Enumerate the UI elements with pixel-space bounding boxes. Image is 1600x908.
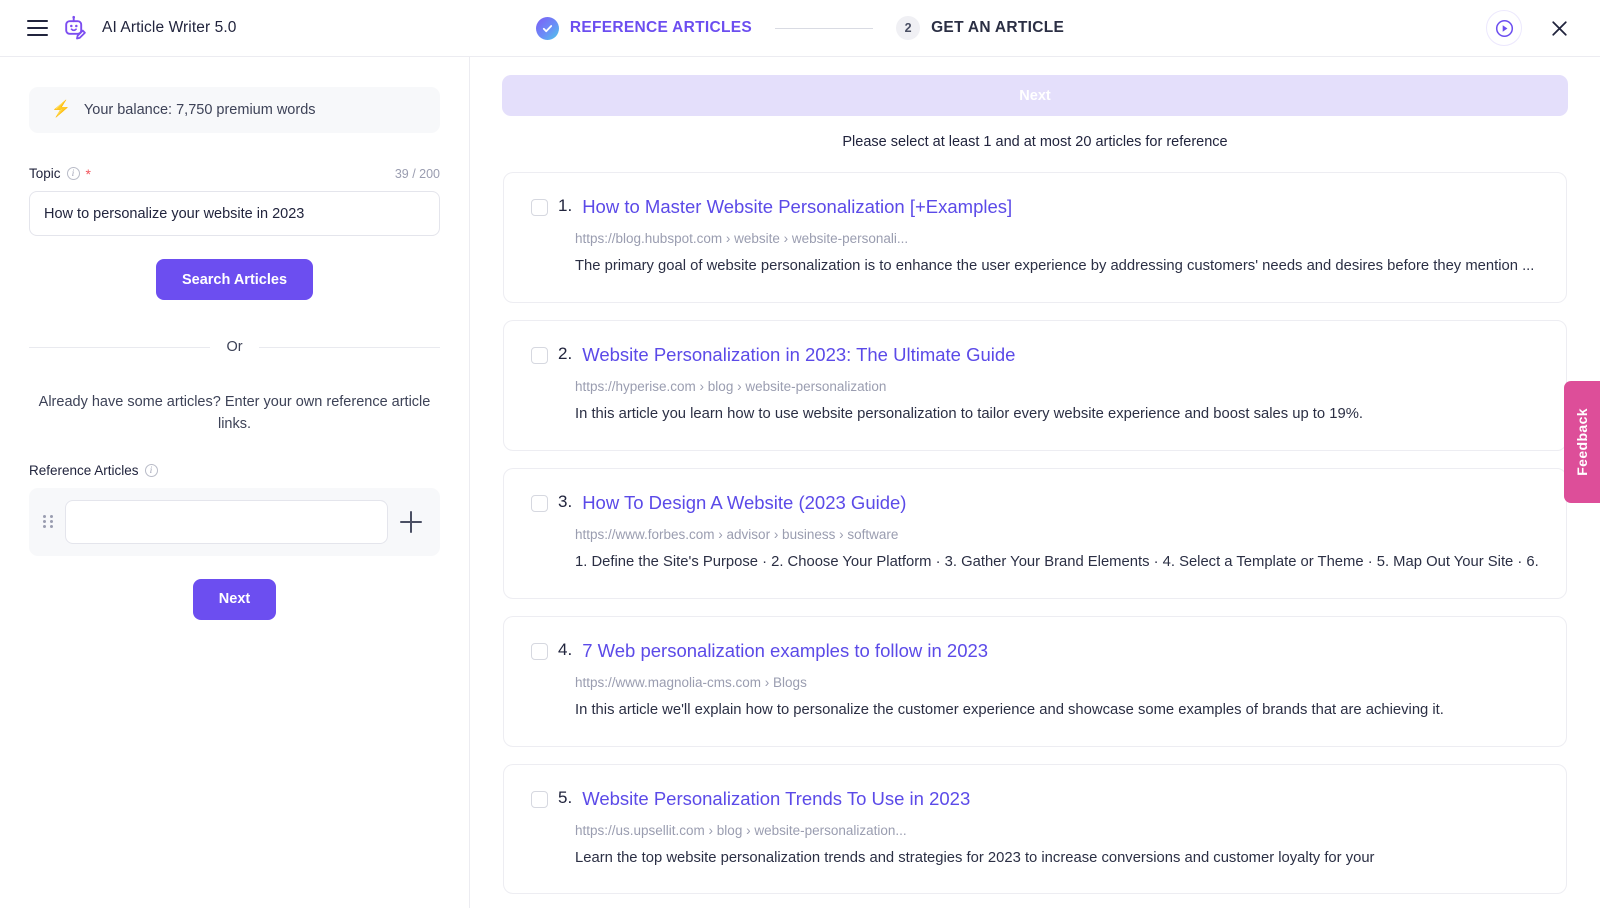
result-index: 4. xyxy=(558,639,573,659)
divider-line-left xyxy=(29,346,211,348)
check-icon xyxy=(535,16,559,40)
result-checkbox[interactable] xyxy=(531,790,548,808)
app-body: ⚡ Your balance: 7,750 premium words Topi… xyxy=(0,57,1600,908)
step-get-an-article[interactable]: 2 GET AN ARTICLE xyxy=(896,16,1064,40)
result-title-link[interactable]: Website Personalization in 2023: The Ult… xyxy=(582,343,1015,368)
app-title: AI Article Writer 5.0 xyxy=(102,19,237,36)
reference-article-input[interactable] xyxy=(65,499,388,544)
step-label-reference-articles: REFERENCE ARTICLES xyxy=(569,19,753,36)
step-label-get-an-article: GET AN ARTICLE xyxy=(931,19,1065,36)
result-snippet: The primary goal of website personalizat… xyxy=(575,257,1535,274)
result-index: 5. xyxy=(558,787,573,807)
result-card[interactable]: 1. How to Master Website Personalization… xyxy=(503,172,1567,303)
sidebar-panel: ⚡ Your balance: 7,750 premium words Topi… xyxy=(0,57,470,908)
feedback-tab[interactable]: Feedback xyxy=(1564,381,1600,503)
result-header: 2. Website Personalization in 2023: The … xyxy=(531,343,1539,368)
result-title-link[interactable]: Website Personalization Trends To Use in… xyxy=(582,787,970,812)
result-card[interactable]: 5. Website Personalization Trends To Use… xyxy=(503,763,1567,895)
step-reference-articles[interactable]: REFERENCE ARTICLES xyxy=(535,16,753,40)
result-snippet: In this article you learn how to use web… xyxy=(575,405,1363,422)
info-icon[interactable]: i xyxy=(66,167,80,180)
result-card[interactable]: 2. Website Personalization in 2023: The … xyxy=(503,319,1567,451)
result-index: 3. xyxy=(558,491,573,511)
header-right-group xyxy=(1486,10,1600,46)
hamburger-menu-icon[interactable] xyxy=(27,20,48,36)
selection-hint: Please select at least 1 and at most 20 … xyxy=(842,134,1228,150)
result-checkbox[interactable] xyxy=(531,642,548,660)
divider-label: Or xyxy=(226,339,243,355)
result-url: https://hyperise.com › blog › website-pe… xyxy=(575,378,887,394)
close-icon[interactable] xyxy=(1548,17,1570,39)
required-asterisk: * xyxy=(85,165,91,182)
search-articles-button[interactable]: Search Articles xyxy=(155,259,314,300)
results-list: 1. How to Master Website Personalization… xyxy=(500,172,1570,895)
result-url: https://www.magnolia-cms.com › Blogs xyxy=(575,674,807,690)
result-title-link[interactable]: 7 Web personalization examples to follow… xyxy=(582,639,988,664)
result-snippet: Learn the top website personalization tr… xyxy=(575,849,1375,866)
result-card[interactable]: 3. How To Design A Website (2023 Guide) … xyxy=(503,467,1567,599)
result-checkbox[interactable] xyxy=(531,346,548,364)
step-number-badge: 2 xyxy=(896,16,921,40)
result-title-link[interactable]: How to Master Website Personalization [+… xyxy=(582,195,1012,220)
result-title-link[interactable]: How To Design A Website (2023 Guide) xyxy=(582,491,906,516)
lightning-bolt-icon: ⚡ xyxy=(51,101,71,118)
play-circle-icon[interactable] xyxy=(1486,10,1522,46)
info-icon[interactable]: i xyxy=(144,463,158,477)
result-snippet: In this article we'll explain how to per… xyxy=(575,701,1444,718)
topic-char-counter: 39 / 200 xyxy=(394,166,440,181)
result-checkbox[interactable] xyxy=(531,494,548,512)
result-url: https://blog.hubspot.com › website › web… xyxy=(575,230,909,246)
app-header: AI Article Writer 5.0 REFERENCE ARTICLES… xyxy=(0,0,1600,57)
reference-articles-label: Reference Articles xyxy=(29,462,139,478)
reference-article-row xyxy=(29,487,440,556)
or-divider: Or xyxy=(29,339,441,355)
result-header: 3. How To Design A Website (2023 Guide) xyxy=(531,491,1539,516)
result-index: 1. xyxy=(558,196,573,215)
topic-label: Topic xyxy=(29,166,61,181)
result-header: 4. 7 Web personalization examples to fol… xyxy=(531,639,1539,664)
balance-text: Your balance: 7,750 premium words xyxy=(83,102,316,118)
result-checkbox[interactable] xyxy=(531,199,548,216)
result-index: 2. xyxy=(558,343,573,363)
robot-pencil-logo-icon xyxy=(65,15,86,40)
balance-badge: ⚡ Your balance: 7,750 premium words xyxy=(29,87,440,133)
sidebar-next-button[interactable]: Next xyxy=(192,578,277,620)
plus-icon[interactable] xyxy=(400,510,422,533)
results-panel: Next Please select at least 1 and at mos… xyxy=(470,57,1600,908)
drag-handle-icon[interactable] xyxy=(43,515,53,529)
reference-helper-text: Already have some articles? Enter your o… xyxy=(38,394,431,433)
result-card[interactable]: 4. 7 Web personalization examples to fol… xyxy=(503,615,1567,747)
feedback-label: Feedback xyxy=(1574,408,1590,476)
topic-input[interactable] xyxy=(29,191,440,236)
result-url: https://www.forbes.com › advisor › busin… xyxy=(575,526,899,542)
result-header: 5. Website Personalization Trends To Use… xyxy=(531,787,1539,812)
topic-field-header: Topic i * 39 / 200 xyxy=(29,166,440,181)
next-button-disabled[interactable]: Next xyxy=(502,75,1568,116)
step-separator xyxy=(775,27,874,29)
reference-articles-field-header: Reference Articles i xyxy=(29,463,440,478)
header-left-group: AI Article Writer 5.0 xyxy=(0,15,470,41)
result-url: https://us.upsellit.com › blog › website… xyxy=(575,822,907,838)
result-header: 1. How to Master Website Personalization… xyxy=(531,195,1539,220)
divider-line-right xyxy=(258,346,441,348)
result-snippet: 1. Define the Site's Purpose · 2. Choose… xyxy=(575,553,1539,570)
